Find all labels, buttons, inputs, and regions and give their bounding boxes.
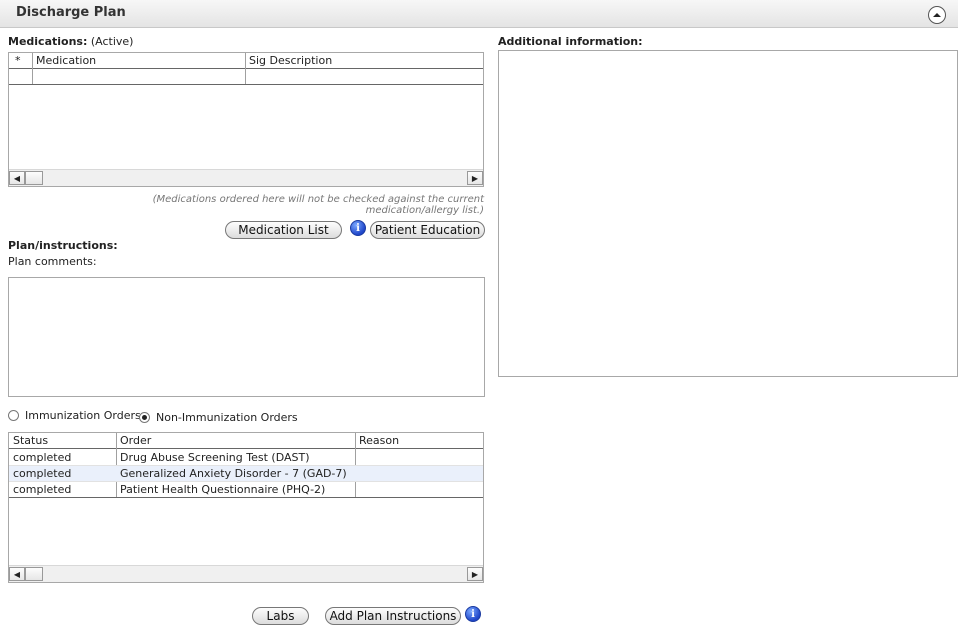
plan-comments-label: Plan comments: (8, 255, 97, 268)
medications-grid[interactable]: * Medication Sig Description ◀ ▶ (8, 52, 484, 187)
arrow-left-icon[interactable]: ◀ (9, 171, 25, 185)
order-name-cell: Patient Health Questionnaire (PHQ-2) (120, 483, 326, 496)
column-header-order[interactable]: Order (120, 434, 151, 447)
column-divider (32, 53, 33, 85)
column-header-star[interactable]: * (15, 54, 21, 67)
patient-education-button[interactable]: Patient Education (370, 221, 485, 239)
column-header-status[interactable]: Status (13, 434, 48, 447)
table-row[interactable]: completed Patient Health Questionnaire (… (9, 482, 483, 498)
medications-note: (Medications ordered here will not be ch… (152, 194, 484, 216)
non-immunization-orders-radio[interactable] (139, 412, 150, 423)
orders-grid-header: Status Order Reason (9, 433, 483, 449)
order-name-cell: Generalized Anxiety Disorder - 7 (GAD-7) (120, 467, 347, 480)
add-plan-instructions-button[interactable]: Add Plan Instructions (325, 607, 461, 625)
additional-information-label: Additional information: (498, 35, 643, 48)
column-header-medication[interactable]: Medication (36, 54, 96, 67)
arrow-left-icon[interactable]: ◀ (9, 567, 25, 581)
medications-label-row: Medications: (Active) (8, 35, 133, 48)
table-row[interactable]: completed Drug Abuse Screening Test (DAS… (9, 450, 483, 466)
info-icon[interactable]: i (465, 606, 481, 622)
column-divider (245, 53, 246, 85)
scroll-thumb[interactable] (25, 567, 43, 581)
immunization-orders-label[interactable]: Immunization Orders (25, 409, 141, 422)
page-title: Discharge Plan (16, 5, 126, 20)
new-row-divider (9, 84, 483, 85)
collapse-section-button[interactable] (928, 6, 946, 24)
arrow-right-icon[interactable]: ▶ (467, 567, 483, 581)
section-header: Discharge Plan (0, 0, 958, 28)
info-icon[interactable]: i (350, 220, 366, 236)
plan-instructions-label: Plan/instructions: (8, 239, 118, 252)
medications-label: Medications: (8, 35, 88, 48)
chevron-up-icon (933, 13, 941, 17)
medications-status: (Active) (90, 35, 134, 48)
scroll-thumb[interactable] (25, 171, 43, 185)
column-header-reason[interactable]: Reason (359, 434, 399, 447)
table-row[interactable]: completed Generalized Anxiety Disorder -… (9, 466, 483, 482)
order-status-cell: completed (13, 483, 72, 496)
order-name-cell: Drug Abuse Screening Test (DAST) (120, 451, 310, 464)
non-immunization-orders-label[interactable]: Non-Immunization Orders (156, 411, 298, 424)
order-status-cell: completed (13, 451, 72, 464)
immunization-orders-radio[interactable] (8, 410, 19, 421)
arrow-right-icon[interactable]: ▶ (467, 171, 483, 185)
medications-hscrollbar[interactable]: ◀ ▶ (9, 169, 483, 186)
labs-button[interactable]: Labs (252, 607, 309, 625)
plan-comments-field[interactable] (8, 277, 485, 397)
column-header-sig-description[interactable]: Sig Description (249, 54, 332, 67)
orders-hscrollbar[interactable]: ◀ ▶ (9, 565, 483, 582)
medications-grid-header: * Medication Sig Description (9, 53, 483, 69)
medication-list-button[interactable]: Medication List (225, 221, 342, 239)
order-status-cell: completed (13, 467, 72, 480)
orders-grid[interactable]: Status Order Reason completed Drug Abuse… (8, 432, 484, 583)
additional-information-field[interactable] (498, 50, 958, 377)
